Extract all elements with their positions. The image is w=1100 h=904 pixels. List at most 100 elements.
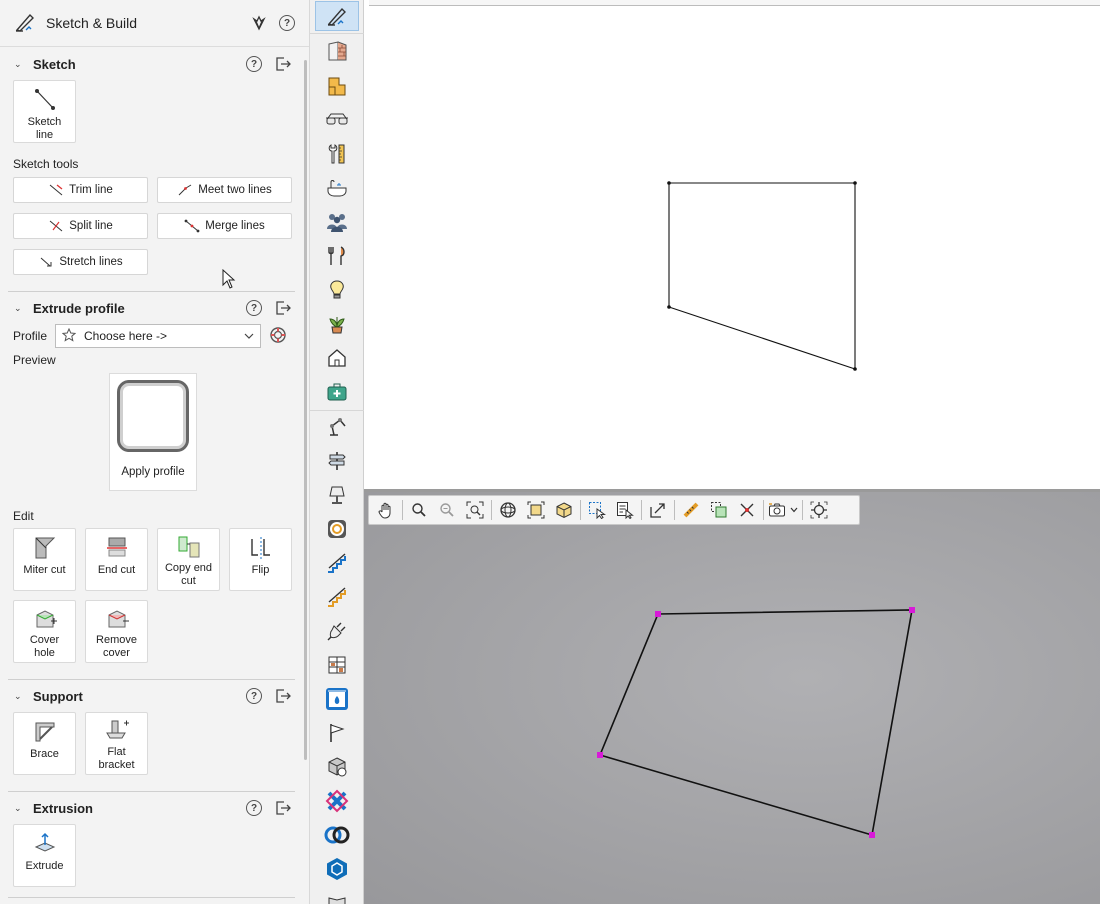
brace-button[interactable]: Brace xyxy=(13,712,76,775)
ramp-icon[interactable] xyxy=(315,582,359,612)
tools-icon[interactable] xyxy=(315,139,359,169)
copy-end-cut-button[interactable]: Copy end cut xyxy=(157,528,220,591)
profile-label: Profile xyxy=(13,329,48,343)
meet-lines-icon xyxy=(178,184,192,196)
floorplan-icon[interactable] xyxy=(315,71,359,101)
section-support: ⌄ Support ? xyxy=(0,680,300,712)
profile-row: Profile Choose here -> xyxy=(13,324,287,348)
signpost-icon[interactable] xyxy=(315,446,359,476)
exit-icon[interactable] xyxy=(274,300,292,316)
robot-arm-icon[interactable] xyxy=(315,412,359,442)
meet-two-lines-button[interactable]: Meet two lines xyxy=(157,177,292,203)
first-aid-icon[interactable] xyxy=(315,377,359,407)
copy-end-cut-icon xyxy=(178,536,199,558)
flip-button[interactable]: Flip xyxy=(229,528,292,591)
glasses-icon[interactable] xyxy=(315,105,359,135)
book-icon[interactable] xyxy=(315,888,359,904)
trim-line-button[interactable]: Trim line xyxy=(13,177,148,203)
sketch-line-icon xyxy=(34,89,55,110)
lamp-icon[interactable] xyxy=(315,480,359,510)
split-line-button[interactable]: Split line xyxy=(13,213,148,239)
section-sketch-header[interactable]: ⌄ Sketch ? xyxy=(0,48,300,80)
cover-hole-button[interactable]: Cover hole xyxy=(13,600,76,663)
split-line-icon xyxy=(49,220,63,232)
help-icon[interactable]: ? xyxy=(277,13,297,33)
flag-icon[interactable] xyxy=(315,718,359,748)
extrude-button[interactable]: Extrude xyxy=(13,824,76,887)
section-extrude-profile: ⌄ Extrude profile ? xyxy=(0,292,300,324)
stretch-lines-button[interactable]: Stretch lines xyxy=(13,249,148,275)
help-icon[interactable]: ? xyxy=(246,56,262,72)
sketch-icon[interactable] xyxy=(315,1,359,31)
miter-cut-icon xyxy=(35,537,55,559)
merge-lines-button[interactable]: Merge lines xyxy=(157,213,292,239)
exit-icon[interactable] xyxy=(274,688,292,704)
flip-icon xyxy=(250,537,270,559)
tile-label: Sketch line xyxy=(27,116,62,141)
stairs-icon[interactable] xyxy=(315,548,359,578)
preview-label: Preview xyxy=(13,353,56,367)
flat-bracket-button[interactable]: Flat bracket xyxy=(85,712,148,775)
people-icon[interactable] xyxy=(315,207,359,237)
plug-icon[interactable] xyxy=(315,616,359,646)
stretch-lines-icon xyxy=(41,257,52,267)
brand-logo-icon[interactable] xyxy=(315,786,359,816)
exit-icon[interactable] xyxy=(274,800,292,816)
3d-view-canvas[interactable] xyxy=(364,492,1100,904)
sketch-shape-3d xyxy=(597,607,915,838)
help-icon[interactable]: ? xyxy=(246,800,262,816)
tile-label: Flip xyxy=(251,564,270,576)
apply-profile-button[interactable]: Apply profile xyxy=(109,373,197,491)
section-extrusion: ⌄ Extrusion ? xyxy=(0,792,300,824)
tile-label: Flat bracket xyxy=(98,746,135,771)
kitchen-utensils-icon[interactable] xyxy=(315,241,359,271)
merge-lines-icon xyxy=(184,219,200,233)
remove-cover-button[interactable]: Remove cover xyxy=(85,600,148,663)
sketchup-icon[interactable] xyxy=(315,854,359,884)
chevron-down-icon[interactable]: ⌄ xyxy=(14,303,24,314)
plan-view-canvas[interactable] xyxy=(364,0,1100,489)
section-title: Sketch xyxy=(33,56,76,72)
sketch-line-button[interactable]: Sketch line xyxy=(13,80,76,143)
shelving-icon[interactable] xyxy=(315,650,359,680)
panel-title: Sketch & Build xyxy=(46,15,138,31)
miter-cut-button[interactable]: Miter cut xyxy=(13,528,76,591)
fireplace-icon[interactable] xyxy=(315,684,359,714)
tulip-icon[interactable] xyxy=(249,13,269,33)
plant-icon[interactable] xyxy=(315,309,359,339)
lifebuoy-icon[interactable] xyxy=(269,326,287,347)
chevron-down-icon[interactable]: ⌄ xyxy=(14,59,24,70)
extrude-icon xyxy=(34,832,55,852)
end-cut-button[interactable]: End cut xyxy=(85,528,148,591)
cube-cog-icon[interactable] xyxy=(315,752,359,782)
section-extrude-profile-header[interactable]: ⌄ Extrude profile ? xyxy=(0,292,300,324)
profile-preview xyxy=(117,380,189,452)
remove-cover-icon xyxy=(108,610,129,628)
panel-scrollbar[interactable] xyxy=(304,60,307,760)
bathtub-icon[interactable] xyxy=(315,173,359,203)
tile-label: Copy end cut xyxy=(164,562,213,587)
section-extrusion-header[interactable]: ⌄ Extrusion ? xyxy=(0,792,300,824)
star-icon xyxy=(61,327,77,345)
button-label: Split line xyxy=(69,220,113,232)
category-toolbar xyxy=(310,0,364,904)
help-icon[interactable]: ? xyxy=(246,300,262,316)
button-label: Merge lines xyxy=(205,220,265,232)
chevron-down-icon[interactable]: ⌄ xyxy=(14,691,24,702)
brace-icon xyxy=(35,722,54,742)
chevron-down-icon[interactable]: ⌄ xyxy=(14,803,24,814)
sketch-build-icon xyxy=(14,11,36,36)
lightbulb-icon[interactable] xyxy=(315,275,359,305)
section-support-header[interactable]: ⌄ Support ? xyxy=(0,680,300,712)
section-title: Support xyxy=(33,688,83,704)
profile-dropdown[interactable]: Choose here -> xyxy=(55,324,261,348)
panel-header: Sketch & Build ? xyxy=(0,0,309,47)
roundabout-icon[interactable] xyxy=(315,514,359,544)
wall-icon[interactable] xyxy=(315,36,359,66)
cover-hole-icon xyxy=(36,610,57,628)
exit-icon[interactable] xyxy=(274,56,292,72)
home-icon[interactable] xyxy=(315,343,359,373)
section-divider xyxy=(8,897,295,898)
rings-icon[interactable] xyxy=(315,820,359,850)
help-icon[interactable]: ? xyxy=(246,688,262,704)
